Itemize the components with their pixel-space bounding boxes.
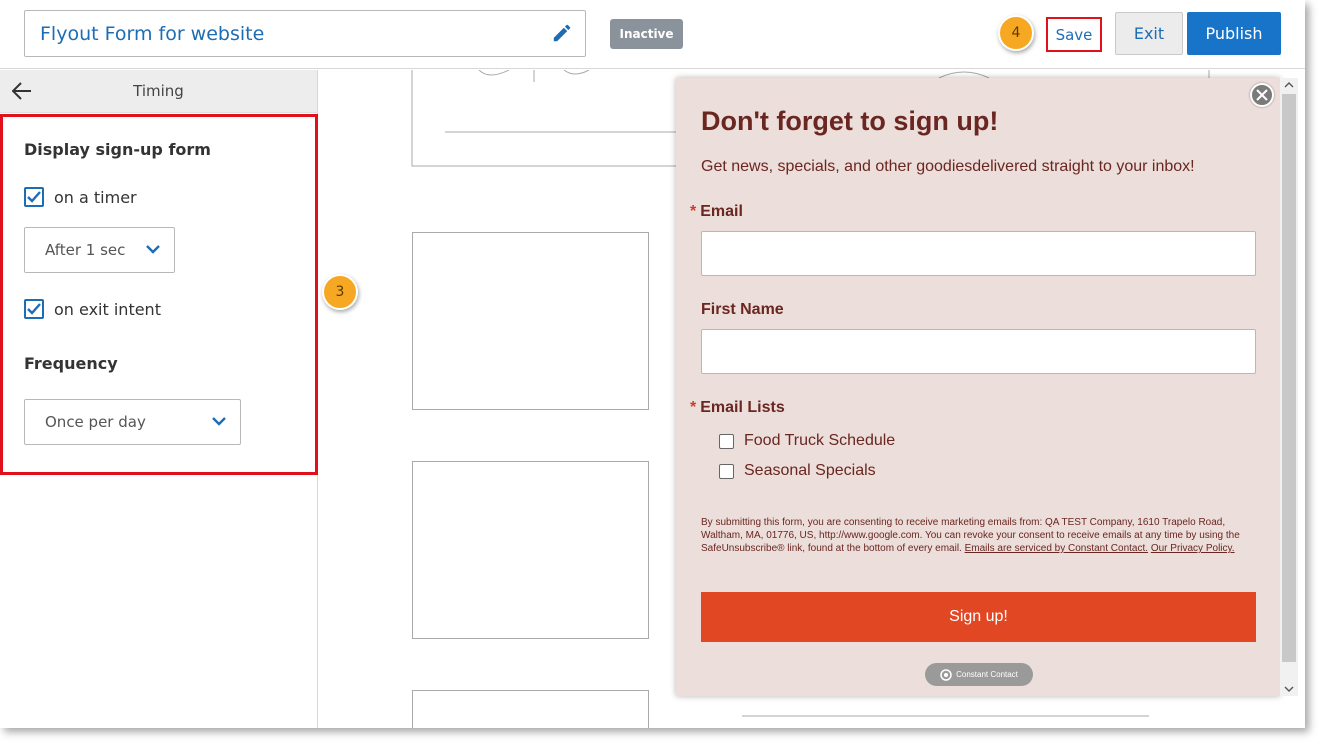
required-mark: *	[690, 203, 697, 220]
frequency-heading: Frequency	[24, 354, 118, 373]
timer-label: on a timer	[54, 187, 137, 207]
timer-select[interactable]: After 1 sec	[24, 227, 175, 273]
flyout-title: Don't forget to sign up!	[701, 106, 999, 136]
constant-contact-link[interactable]: Emails are serviced by Constant Contact.	[965, 543, 1148, 554]
check-icon	[27, 303, 41, 315]
email-lists-label: * Email Lists	[690, 399, 785, 417]
close-icon	[1256, 89, 1268, 101]
top-toolbar: Flyout Form for website Inactive 4 Save …	[0, 0, 1305, 69]
wireframe-block	[412, 461, 649, 639]
constant-contact-logo-icon	[940, 668, 952, 681]
flyout-subtitle: Get news, specials, and other goodiesdel…	[701, 158, 1195, 175]
exit-intent-label: on exit intent	[54, 299, 161, 319]
step-4-callout: 4	[998, 15, 1034, 51]
exit-button[interactable]: Exit	[1115, 12, 1183, 55]
list-item-label: Seasonal Specials	[744, 462, 876, 479]
signup-button[interactable]: Sign up!	[701, 592, 1256, 642]
timer-checkbox[interactable]	[24, 187, 44, 207]
wireframe-block	[412, 232, 649, 410]
scroll-up-icon[interactable]	[1280, 78, 1298, 92]
back-arrow-icon[interactable]	[12, 82, 32, 100]
publish-button[interactable]: Publish	[1187, 12, 1281, 55]
required-mark: *	[690, 399, 697, 416]
close-button[interactable]	[1250, 83, 1274, 107]
form-title-text: Flyout Form for website	[40, 22, 265, 45]
list-checkbox[interactable]	[719, 433, 734, 449]
app-window: Flyout Form for website Inactive 4 Save …	[0, 0, 1305, 728]
sidebar-header: Timing	[0, 70, 317, 113]
status-badge: Inactive	[610, 19, 683, 49]
timer-option[interactable]: on a timer	[24, 187, 137, 207]
sidebar-title: Timing	[133, 82, 184, 100]
exit-intent-option[interactable]: on exit intent	[24, 299, 161, 319]
privacy-policy-link[interactable]: Our Privacy Policy.	[1151, 543, 1235, 554]
form-title-field[interactable]: Flyout Form for website	[24, 10, 586, 57]
timer-select-value: After 1 sec	[45, 241, 126, 259]
legal-disclaimer: By submitting this form, you are consent…	[701, 516, 1241, 555]
frequency-select[interactable]: Once per day	[24, 399, 241, 445]
chevron-down-icon	[146, 245, 160, 254]
badge-label: Constant Contact	[956, 670, 1018, 679]
email-lists-label-text: Email Lists	[700, 399, 785, 416]
pencil-icon[interactable]	[551, 22, 573, 44]
list-item-label: Food Truck Schedule	[744, 432, 896, 449]
first-name-field[interactable]	[701, 329, 1256, 374]
check-icon	[27, 191, 41, 203]
settings-sidebar: Timing Display sign-up form on a timer A…	[0, 70, 318, 728]
save-button[interactable]: Save	[1046, 17, 1102, 52]
scroll-down-icon[interactable]	[1280, 682, 1298, 696]
flyout-form-preview: Don't forget to sign up! Get news, speci…	[676, 78, 1280, 696]
preview-scrollbar[interactable]	[1280, 78, 1298, 696]
email-field[interactable]	[701, 231, 1256, 276]
frequency-select-value: Once per day	[45, 413, 146, 431]
wireframe-block	[412, 690, 649, 728]
first-name-label: First Name	[701, 301, 784, 318]
exit-intent-checkbox[interactable]	[24, 299, 44, 319]
email-label-text: Email	[700, 203, 743, 220]
chevron-down-icon	[212, 417, 226, 426]
list-checkbox[interactable]	[719, 463, 734, 479]
display-heading: Display sign-up form	[24, 140, 211, 159]
email-label: * Email	[690, 203, 743, 221]
scroll-thumb[interactable]	[1282, 94, 1296, 662]
list-item-seasonal[interactable]: Seasonal Specials	[719, 462, 876, 480]
list-item-food-truck[interactable]: Food Truck Schedule	[719, 432, 895, 450]
step-3-callout: 3	[322, 274, 358, 310]
constant-contact-badge[interactable]: Constant Contact	[925, 663, 1033, 686]
